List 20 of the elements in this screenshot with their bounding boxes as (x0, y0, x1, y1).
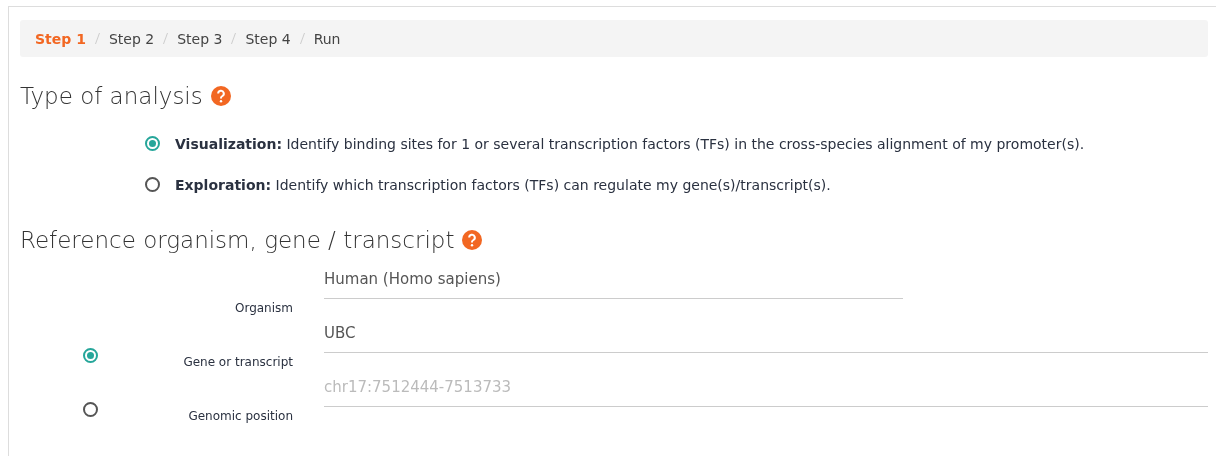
breadcrumb-link[interactable]: Run (313, 30, 341, 47)
field-label: Genomic position (187, 409, 293, 425)
input-field[interactable]: UBC (324, 318, 1208, 353)
section-heading: Reference organism, gene / transcript (20, 227, 455, 253)
input-field[interactable]: Human (Homo sapiens) (324, 264, 903, 299)
radio-button[interactable] (145, 177, 160, 192)
breadcrumb-link[interactable]: Step 4 (245, 30, 291, 47)
help-icon[interactable] (462, 230, 483, 250)
option-label: Exploration: Identify which transcription factors (TFs) can regulate my gene(s)/transcript(s). (175, 176, 831, 193)
option-label: Visualization: Identify binding sites for 1 or several transcription factors (TFs) in the cross-species alignment of my promoter(s). (175, 135, 1085, 152)
breadcrumb-link[interactable]: Step 2 (108, 30, 155, 47)
radio-button[interactable] (145, 136, 160, 151)
help-icon[interactable] (210, 86, 231, 106)
breadcrumb-link[interactable]: Step 3 (177, 30, 223, 47)
input-field[interactable]: chr17:7512444-7513733 (324, 372, 1208, 407)
field-label: Organism (233, 301, 293, 317)
field-label: Gene or transcript (182, 355, 293, 371)
radio-button[interactable] (82, 402, 98, 417)
section-heading: Type of analysis (20, 83, 203, 109)
radio-button[interactable] (82, 348, 98, 363)
